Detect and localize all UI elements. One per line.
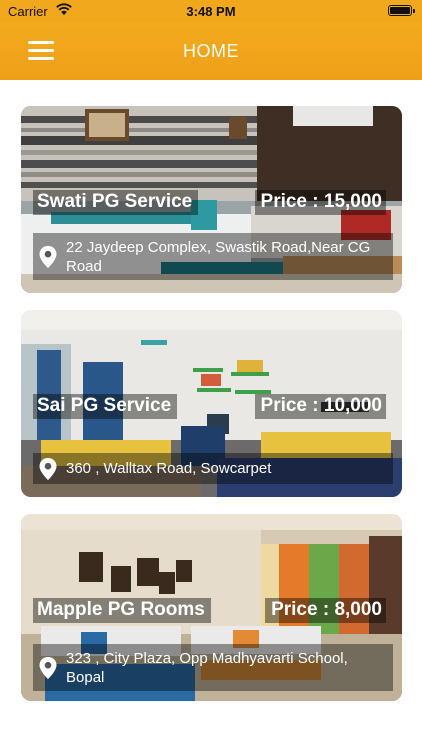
location-pin-icon	[39, 245, 57, 268]
location-pin-icon	[39, 457, 57, 480]
battery-icon	[388, 5, 415, 16]
pg-price: Price : 10,000	[254, 394, 386, 419]
pg-address: 22 Jaydeep Complex, Swastik Road,Near CG…	[66, 239, 371, 275]
pg-address-row: 323 , City Plaza, Opp Madhyavarti School…	[33, 644, 393, 691]
pg-address: 360 , Walltax Road, Sowcarpet	[66, 460, 272, 477]
pg-address-row: 22 Jaydeep Complex, Swastik Road,Near CG…	[33, 233, 393, 280]
pg-name: Mapple PG Rooms	[33, 598, 211, 623]
navigation-bar: HOME	[0, 22, 422, 80]
pg-address-row: 360 , Walltax Road, Sowcarpet	[33, 453, 393, 484]
status-time: 3:48 PM	[186, 4, 236, 19]
pg-name: Sai PG Service	[33, 394, 178, 419]
page-title: HOME	[183, 41, 239, 61]
pg-price: Price : 8,000	[265, 598, 386, 623]
pg-card-sai[interactable]: Sai PG Service Price : 10,000 360 , Wall…	[21, 310, 402, 497]
pg-price: Price : 15,000	[254, 190, 386, 215]
location-pin-icon	[39, 656, 57, 679]
status-bar: Carrier 3:48 PM	[0, 0, 422, 22]
pg-address: 323 , City Plaza, Opp Madhyavarti School…	[66, 650, 348, 686]
pg-name: Swati PG Service	[33, 190, 199, 215]
pg-card-mapple[interactable]: Mapple PG Rooms Price : 8,000 323 , City…	[21, 514, 402, 701]
pg-card-swati[interactable]: Swati PG Service Price : 15,000 22 Jayde…	[21, 106, 402, 293]
